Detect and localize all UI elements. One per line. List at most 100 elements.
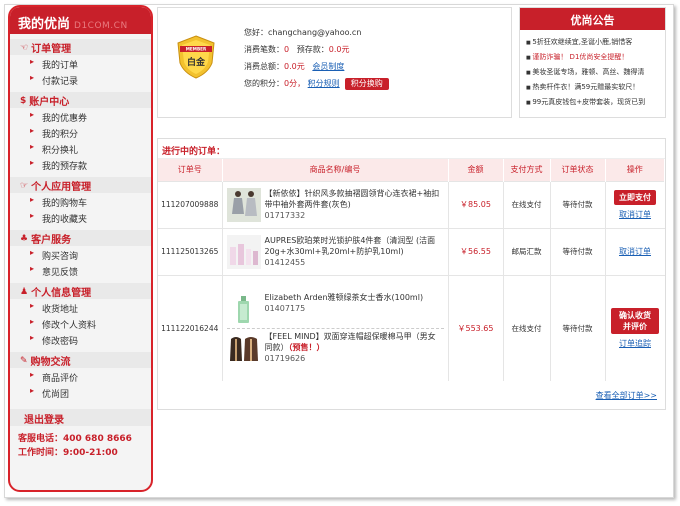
order-id[interactable]: 111207009888 bbox=[158, 180, 223, 228]
sidebar-item[interactable]: 我的积分 bbox=[10, 124, 151, 140]
product-name[interactable]: Elizabeth Arden雅顿绿茶女士香水(100ml) bbox=[265, 293, 424, 302]
orders-table: 订单号 商品名称/编号 金额 支付方式 订单状态 操作 111207009888 【新依依】… bbox=[158, 159, 665, 381]
announcement-list: 5折狂欢继续宜,圣诞小鹿,销惜客谨防诈骗！ D1优尚安全提醒！美妆圣诞专场，雅顿… bbox=[520, 30, 665, 110]
column-header: 操作 bbox=[605, 159, 665, 181]
order-action-link[interactable]: 取消订单 bbox=[619, 246, 651, 257]
sidebar-section: ♣客户服务购买咨询意见反馈 bbox=[10, 230, 151, 278]
sidebar-item[interactable]: 意见反馈 bbox=[10, 262, 151, 278]
spend-total-row: 消费总额：0.0元 会员制度 bbox=[244, 58, 389, 75]
sidebar-title: 我的优尚 D1COM.CN bbox=[10, 7, 151, 34]
order-action-button[interactable]: 立即支付 bbox=[614, 189, 656, 205]
sidebar-title-text: 我的优尚 bbox=[18, 17, 71, 32]
action-group: 确认收货并评价订单追踪 bbox=[606, 307, 665, 349]
orders-panel: 进行中的订单： 订单号 商品名称/编号 金额 支付方式 订单状态 操作 111207009… bbox=[157, 138, 666, 410]
product-line: 【FEEL MIND】双面穿连帽超保暖棉马甲（男女同款）（预售！） 0171962… bbox=[226, 327, 444, 367]
sidebar-section-label: 个人应用管理 bbox=[31, 182, 92, 193]
sidebar-item[interactable]: 修改个人资料 bbox=[10, 315, 151, 331]
order-action-link[interactable]: 订单追踪 bbox=[619, 338, 651, 349]
product-text: 【FEEL MIND】双面穿连帽超保暖棉马甲（男女同款）（预售！） 0171962… bbox=[265, 331, 444, 364]
sidebar-item[interactable]: 我的购物车 bbox=[10, 193, 151, 209]
presale-tag: （预售！） bbox=[288, 342, 325, 352]
product-text: 【新依依】针织风多款抽褶圆领背心连衣裙+袖扣带中袖外套两件套(灰色) 017173… bbox=[265, 188, 444, 221]
sidebar-section-header[interactable]: ☞ 个人应用管理 bbox=[10, 177, 151, 193]
sidebar-item[interactable]: 我的预存款 bbox=[10, 156, 151, 172]
view-all-orders-link[interactable]: 查看全部订单>> bbox=[596, 390, 657, 401]
order-status: 等待付款 bbox=[550, 274, 606, 381]
jacket-thumb-image[interactable] bbox=[226, 330, 261, 365]
service-hours: 工作时间：9:00-21:00 bbox=[18, 448, 118, 458]
order-id[interactable]: 111125013265 bbox=[158, 227, 223, 275]
order-products: Elizabeth Arden雅顿绿茶女士香水(100ml) 01407175 【F… bbox=[222, 274, 449, 381]
product-text: AUPRES欧珀莱时光锁护肤4件套（清润型 (洁面20g+水30ml+乳20ml… bbox=[265, 235, 444, 268]
spend-count-label: 消费笔数： bbox=[244, 45, 284, 54]
sidebar-item[interactable]: 我的订单 bbox=[10, 55, 151, 71]
sidebar-section: ♟个人信息管理收货地址修改个人资料修改密码 bbox=[10, 283, 151, 347]
sidebar-section-header[interactable]: ☜ 订单管理 bbox=[10, 39, 151, 55]
product-line: 【新依依】针织风多款抽褶圆领背心连衣裙+袖扣带中袖外套两件套(灰色) 017173… bbox=[226, 186, 444, 224]
sidebar-section-label: 购物交流 bbox=[30, 357, 71, 368]
dress-thumb-image[interactable] bbox=[226, 187, 261, 222]
sidebar-item[interactable]: 积分换礼 bbox=[10, 140, 151, 156]
announcement-panel: 优尚公告 5折狂欢继续宜,圣诞小鹿,销惜客谨防诈骗！ D1优尚安全提醒！美妆圣诞… bbox=[519, 7, 666, 118]
deposit-value: 0.0元 bbox=[328, 45, 350, 54]
announcement-item[interactable]: 热卖杆件衣！满59元赠最实软尺！ bbox=[526, 80, 665, 95]
contact-info: 客服电话：400 680 8666 工作时间：9:00-21:00 bbox=[10, 432, 151, 460]
chat-icon: ✎ bbox=[20, 355, 28, 366]
badge-member-text: MEMBER bbox=[186, 47, 207, 52]
sidebar-section-header[interactable]: $ 账户中心 bbox=[10, 92, 151, 108]
order-action-link[interactable]: 取消订单 bbox=[619, 209, 651, 220]
sidebar-item[interactable]: 付款记录 bbox=[10, 71, 151, 87]
cosmetics-thumb-image[interactable] bbox=[226, 234, 261, 269]
product-line: AUPRES欧珀莱时光锁护肤4件套（清润型 (洁面20g+水30ml+乳20ml… bbox=[226, 233, 444, 271]
platinum-badge-icon: MEMBER 白金 bbox=[177, 35, 215, 79]
points-rules-link[interactable]: 积分规则 bbox=[308, 79, 340, 88]
payment-method: 在线支付 bbox=[503, 180, 551, 228]
product-name[interactable]: AUPRES欧珀莱时光锁护肤4件套（清润型 (洁面20g+水30ml+乳20ml… bbox=[265, 236, 436, 256]
order-id[interactable]: 111122016244 bbox=[158, 274, 223, 381]
announcement-item[interactable]: 谨防诈骗！ D1优尚安全提醒！ bbox=[526, 50, 665, 65]
sidebar-sections: ☜订单管理我的订单付款记录 $账户中心我的优惠券我的积分积分换礼我的预存款 ☞个人应… bbox=[10, 39, 151, 400]
sidebar-item[interactable]: 我的优惠券 bbox=[10, 108, 151, 124]
order-actions: 取消订单 bbox=[605, 227, 665, 275]
order-action-button[interactable]: 确认收货并评价 bbox=[611, 307, 659, 334]
announcement-item[interactable]: 美妆圣诞专场，雅顿、高丝、魏得清 bbox=[526, 65, 665, 80]
sidebar-item[interactable]: 优尚团 bbox=[10, 384, 151, 400]
sidebar-section-label: 订单管理 bbox=[31, 44, 72, 55]
service-icon: ♣ bbox=[20, 233, 29, 244]
order-status: 等待付款 bbox=[550, 227, 606, 275]
column-header: 商品名称/编号 bbox=[222, 159, 449, 181]
announcement-item[interactable]: 5折狂欢继续宜,圣诞小鹿,销惜客 bbox=[526, 35, 665, 50]
orders-body: 111207009888 【新依依】针织风多款抽褶圆领背心连衣裙+袖扣带中袖外套两… bbox=[158, 180, 665, 381]
sidebar-item[interactable]: 我的收藏夹 bbox=[10, 209, 151, 225]
sidebar-item[interactable]: 购买咨询 bbox=[10, 246, 151, 262]
perfume-thumb-image[interactable] bbox=[226, 291, 261, 326]
sidebar-item[interactable]: 修改密码 bbox=[10, 331, 151, 347]
sidebar-section-label: 账户中心 bbox=[29, 97, 70, 108]
logout-link[interactable]: 退出登录 bbox=[10, 409, 151, 426]
clipboard-icon: ☜ bbox=[20, 42, 29, 53]
user-icon: ♟ bbox=[20, 286, 29, 297]
user-stats: 您好：changchang@yahoo.cn 消费笔数：0 预存款：0.0元 消… bbox=[244, 24, 389, 92]
column-header: 订单号 bbox=[158, 159, 223, 181]
sidebar-title-watermark: D1COM.CN bbox=[74, 21, 128, 31]
sidebar-section-header[interactable]: ♟ 个人信息管理 bbox=[10, 283, 151, 299]
sidebar-item[interactable]: 商品评价 bbox=[10, 368, 151, 384]
announcement-title: 优尚公告 bbox=[520, 8, 665, 30]
sidebar-section: ✎购物交流商品评价优尚团 bbox=[10, 352, 151, 400]
orders-title: 进行中的订单： bbox=[158, 139, 665, 159]
service-phone: 客服电话：400 680 8666 bbox=[18, 434, 132, 444]
sidebar-section: $账户中心我的优惠券我的积分积分换礼我的预存款 bbox=[10, 92, 151, 172]
sidebar-section-header[interactable]: ♣ 客户服务 bbox=[10, 230, 151, 246]
member-rules-link[interactable]: 会员制度 bbox=[312, 62, 344, 71]
product-name[interactable]: 【新依依】针织风多款抽褶圆领背心连衣裙+袖扣带中袖外套两件套(灰色) bbox=[265, 189, 440, 209]
product-code: 01719626 bbox=[264, 353, 306, 363]
points-exchange-button[interactable]: 积分换购 bbox=[344, 78, 389, 90]
announcement-item[interactable]: 99元真皮钱包+皮带套装，现货已到 bbox=[526, 95, 665, 110]
sidebar-item[interactable]: 收货地址 bbox=[10, 299, 151, 315]
product-code: 01717332 bbox=[264, 210, 306, 220]
product-code: 01412455 bbox=[264, 257, 306, 267]
sidebar-section-label: 个人信息管理 bbox=[31, 288, 92, 299]
sidebar-section-header[interactable]: ✎ 购物交流 bbox=[10, 352, 151, 368]
spend-total-value: 0.0元 bbox=[284, 62, 305, 71]
dollar-icon: $ bbox=[20, 95, 27, 106]
